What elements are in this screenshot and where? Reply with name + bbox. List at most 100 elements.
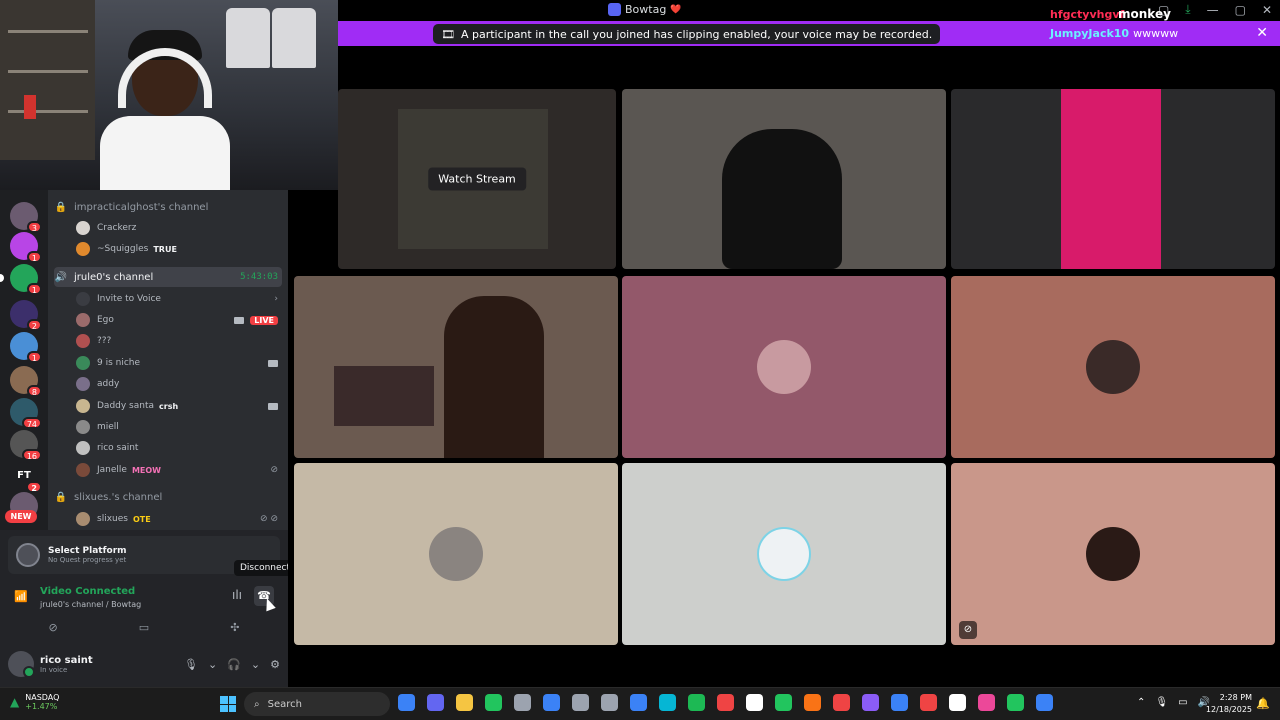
voice-user[interactable]: addy: [76, 374, 278, 394]
taskbar-app-icon[interactable]: [891, 694, 908, 711]
video-tile[interactable]: ⊘: [951, 463, 1275, 645]
notification-bell-icon[interactable]: 🔔: [1256, 697, 1270, 710]
taskbar-app-icon[interactable]: [398, 694, 415, 711]
taskbar-app-icon[interactable]: [920, 694, 937, 711]
watch-stream-button[interactable]: Watch Stream: [428, 167, 526, 191]
taskbar-app-icon[interactable]: [862, 694, 879, 711]
avatar: [76, 399, 90, 413]
voice-user[interactable]: ???: [76, 331, 278, 351]
voice-location[interactable]: jrule0's channel / Bowtag: [40, 600, 141, 609]
download-icon[interactable]: ⤓: [1185, 2, 1190, 17]
taskbar-app-icon[interactable]: [543, 694, 560, 711]
taskbar-apps: [398, 694, 1053, 711]
voice-channel[interactable]: 🔒 slixues.'s channel: [54, 487, 282, 507]
taskbar-app-icon[interactable]: [427, 694, 444, 711]
microphone-icon[interactable]: 🎙: [1155, 697, 1168, 708]
signal-icon[interactable]: 📶: [14, 590, 28, 603]
stock-widget[interactable]: ▲ NASDAQ +1.47%: [10, 693, 59, 711]
voice-status-title[interactable]: Video Connected: [40, 586, 135, 597]
maximize-button[interactable]: ▢: [1235, 3, 1246, 17]
activities-icon[interactable]: ✣: [230, 621, 239, 634]
voice-user[interactable]: Daddy santa crsh: [76, 396, 278, 416]
taskbar-app-icon[interactable]: [1036, 694, 1053, 711]
chevron-down-icon[interactable]: ⌄: [208, 658, 217, 671]
taskbar-app-icon[interactable]: [514, 694, 531, 711]
minimize-button[interactable]: —: [1207, 3, 1219, 17]
chart-up-icon: ▲: [10, 695, 20, 709]
server-icon[interactable]: 1: [10, 232, 42, 263]
taskbar: ▲ NASDAQ +1.47% ⌕ Search ⌃ 🎙 ▭ 🔊 2:28 PM…: [0, 687, 1280, 720]
voice-channel[interactable]: 🔒 impracticalghost's channel: [54, 197, 282, 217]
video-tile[interactable]: [294, 276, 618, 458]
microphone-icon[interactable]: 🎙: [184, 658, 198, 671]
search-placeholder: Search: [267, 698, 302, 710]
search-box[interactable]: ⌕ Search: [244, 692, 390, 716]
camera-icon: [234, 316, 245, 324]
chat-text: wwwww: [1133, 27, 1179, 40]
invite-to-voice[interactable]: Invite to Voice ›: [76, 289, 278, 309]
taskbar-app-icon[interactable]: [746, 694, 763, 711]
server-icon[interactable]: 8: [10, 366, 42, 397]
taskbar-app-icon[interactable]: [572, 694, 589, 711]
taskbar-app-icon[interactable]: [978, 694, 995, 711]
taskbar-app-icon[interactable]: [804, 694, 821, 711]
muted-icon: ⊘ ⊘: [260, 514, 278, 524]
camera-off-icon[interactable]: ⊘: [49, 621, 58, 634]
video-tile[interactable]: [951, 89, 1275, 269]
server-icon[interactable]: 1: [10, 332, 42, 363]
video-tile[interactable]: [622, 463, 946, 645]
voice-user[interactable]: slixues OTE ⊘ ⊘: [76, 509, 278, 529]
chevron-up-icon[interactable]: ⌃: [1137, 697, 1145, 708]
server-icon[interactable]: 3: [10, 202, 42, 233]
voice-channel-active[interactable]: 🔊 jrule0's channel 5:43:03: [54, 267, 282, 287]
channel-name: impracticalghost's channel: [74, 201, 209, 213]
voice-user[interactable]: Crackerz: [76, 218, 278, 238]
video-tile[interactable]: [294, 463, 618, 645]
video-tile[interactable]: [951, 276, 1275, 458]
taskbar-app-icon[interactable]: [949, 694, 966, 711]
user-name[interactable]: rico saint: [40, 655, 93, 666]
screen-share-icon[interactable]: ▭: [139, 621, 149, 634]
user-controls: 🎙 ⌄ 🎧 ⌄ ⚙: [184, 658, 280, 671]
voice-user-self[interactable]: rico saint: [76, 438, 278, 458]
server-icon[interactable]: 1: [10, 264, 42, 295]
taskbar-app-icon[interactable]: [775, 694, 792, 711]
taskbar-app-icon[interactable]: [630, 694, 647, 711]
start-button[interactable]: [220, 696, 236, 712]
voice-user[interactable]: miell: [76, 417, 278, 437]
chevron-right-icon: ›: [274, 294, 278, 304]
server-icon[interactable]: 16: [10, 430, 42, 461]
taskbar-app-icon[interactable]: [833, 694, 850, 711]
voice-user[interactable]: 9 is niche: [76, 353, 278, 373]
server-icon[interactable]: 2: [10, 300, 42, 331]
headphones-icon[interactable]: 🎧: [227, 658, 241, 671]
taskbar-app-icon[interactable]: [1007, 694, 1024, 711]
speaker-icon: 🔊: [54, 271, 68, 283]
user-avatar[interactable]: [8, 651, 35, 678]
taskbar-app-icon[interactable]: [601, 694, 618, 711]
taskbar-app-icon[interactable]: [688, 694, 705, 711]
clock[interactable]: 2:28 PM 12/18/2025: [1206, 692, 1252, 716]
taskbar-app-icon[interactable]: [456, 694, 473, 711]
chevron-down-icon[interactable]: ⌄: [251, 658, 260, 671]
server-icon[interactable]: 74: [10, 398, 42, 429]
voice-user[interactable]: Janelle MEOW ⊘: [76, 460, 278, 480]
notice-close-icon[interactable]: ✕: [1256, 25, 1268, 41]
voice-user[interactable]: Ego LIVE: [76, 310, 278, 330]
stock-name: NASDAQ: [25, 693, 60, 702]
server-icon-ft[interactable]: FT 2: [10, 462, 42, 493]
taskbar-app-icon[interactable]: [485, 694, 502, 711]
taskbar-app-icon[interactable]: [659, 694, 676, 711]
voice-user[interactable]: ~Squiggles TRUE: [76, 239, 278, 259]
video-tile[interactable]: [622, 89, 946, 269]
avatar: [76, 441, 90, 455]
video-grid: Watch Stream ⊘: [288, 46, 1280, 687]
network-icon[interactable]: ▭: [1178, 697, 1187, 708]
stream-tile[interactable]: Watch Stream: [338, 89, 616, 269]
close-button[interactable]: ✕: [1262, 3, 1272, 17]
video-tile[interactable]: [622, 276, 946, 458]
disconnect-tooltip: Disconnect: [234, 560, 296, 576]
taskbar-app-icon[interactable]: [717, 694, 734, 711]
gear-icon[interactable]: ⚙: [270, 658, 280, 671]
noise-suppression-icon[interactable]: ılı: [232, 588, 242, 602]
